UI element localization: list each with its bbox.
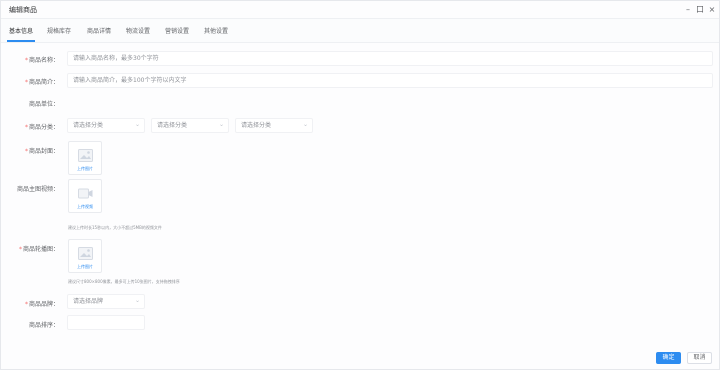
category-select-3[interactable]: 请选择分类 ⌄ <box>235 118 313 133</box>
chevron-down-icon: ⌄ <box>134 297 140 304</box>
confirm-button[interactable]: 确定 <box>656 352 681 364</box>
brand-select-value: 请选择品牌 <box>73 298 104 305</box>
video-label: 商品主图视频： <box>16 186 59 193</box>
image-icon <box>78 247 93 260</box>
title-bar: 编辑商品 – 口 × <box>1 1 719 19</box>
category-select-1-value: 请选择分类 <box>73 122 104 129</box>
subtitle-input[interactable]: 请输入商品简介，最多100个字符以内文字 <box>67 73 713 88</box>
gallery-upload-text: 上传图片 <box>77 264 93 269</box>
video-upload-text: 上传视频 <box>77 204 93 209</box>
cancel-button[interactable]: 取消 <box>687 352 712 364</box>
restore-button[interactable]: 口 <box>695 4 705 15</box>
name-label: *商品名称： <box>24 57 59 64</box>
video-upload[interactable]: 上传视频 <box>68 179 102 213</box>
tab-bar: 基本信息 规格库存 商品详情 物流设置 营销设置 其他设置 <box>1 19 719 43</box>
tab-product-details[interactable]: 商品详情 <box>87 26 111 35</box>
category-select-3-value: 请选择分类 <box>241 122 272 129</box>
active-tab-indicator <box>7 40 35 42</box>
category-label: *商品分类： <box>24 124 59 131</box>
tab-basic-info[interactable]: 基本信息 <box>9 26 33 35</box>
category-select-1[interactable]: 请选择分类 ⌄ <box>67 118 145 133</box>
gallery-upload[interactable]: 上传图片 <box>68 239 102 273</box>
minimize-button[interactable]: – <box>683 4 693 15</box>
unit-label: 商品单位： <box>28 101 59 108</box>
cover-upload-text: 上传图片 <box>77 166 93 171</box>
tab-spec-stock[interactable]: 规格库存 <box>47 26 71 35</box>
video-hint: 建议上传时长15秒以内，大小不超过5MB的视频文件 <box>68 225 162 230</box>
sort-label: 商品排序： <box>28 322 59 329</box>
video-icon <box>78 188 93 199</box>
gallery-label: *商品轮播图： <box>18 246 59 253</box>
category-select-2[interactable]: 请选择分类 ⌄ <box>151 118 229 133</box>
cover-label: *商品封面： <box>24 148 59 155</box>
gallery-hint: 建议尺寸800×800像素，最多可上传10张图片，支持拖拽排序 <box>68 279 180 284</box>
tab-other[interactable]: 其他设置 <box>204 26 228 35</box>
sort-input[interactable] <box>67 315 145 330</box>
edit-product-dialog: 编辑商品 – 口 × 基本信息 规格库存 商品详情 物流设置 营销设置 其他设置… <box>0 0 720 370</box>
subtitle-label: *商品简介： <box>24 79 59 86</box>
close-button[interactable]: × <box>707 4 717 15</box>
cover-upload[interactable]: 上传图片 <box>68 141 102 175</box>
chevron-down-icon: ⌄ <box>302 121 308 128</box>
category-select-2-value: 请选择分类 <box>157 122 188 129</box>
tab-logistics[interactable]: 物流设置 <box>126 26 150 35</box>
dialog-title: 编辑商品 <box>9 6 37 14</box>
chevron-down-icon: ⌄ <box>134 121 140 128</box>
image-icon <box>78 149 93 162</box>
brand-select[interactable]: 请选择品牌 ⌄ <box>67 294 145 309</box>
tab-marketing[interactable]: 营销设置 <box>165 26 189 35</box>
chevron-down-icon: ⌄ <box>218 121 224 128</box>
name-input[interactable]: 请输入商品名称，最多30个字符 <box>67 51 713 66</box>
brand-label: *商品品牌： <box>24 301 59 308</box>
